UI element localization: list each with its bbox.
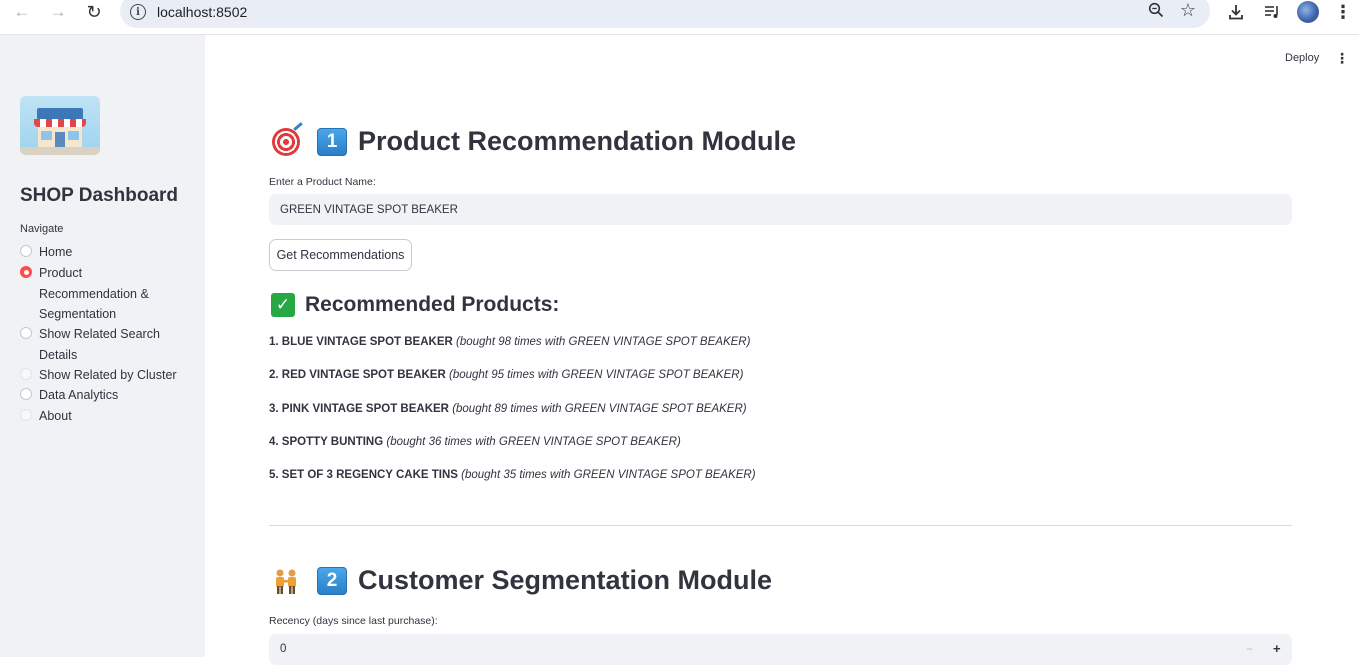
site-info-icon[interactable]: i bbox=[130, 4, 146, 20]
sidebar-title: SHOP Dashboard bbox=[20, 185, 179, 206]
product-name-label: Enter a Product Name: bbox=[269, 176, 376, 188]
radio-circle[interactable] bbox=[20, 245, 32, 257]
nav-radio-label[interactable]: Show Related by Cluster bbox=[39, 365, 177, 386]
module1-heading: 1 Product Recommendation Module bbox=[269, 126, 796, 157]
module2-title: Customer Segmentation Module bbox=[358, 565, 773, 595]
download-icon[interactable] bbox=[1225, 0, 1247, 24]
nav-radio-label[interactable]: Home bbox=[39, 242, 72, 263]
shop-logo bbox=[20, 96, 100, 155]
recommendation-detail: (bought 98 times with GREEN VINTAGE SPOT… bbox=[456, 336, 751, 348]
reload-icon[interactable]: ↻ bbox=[80, 0, 108, 24]
bookmark-star-icon[interactable]: ☆ bbox=[1180, 0, 1196, 21]
radio-circle[interactable] bbox=[20, 327, 32, 339]
browser-menu-icon[interactable]: ⋮ bbox=[1334, 0, 1352, 24]
nav-radio-product-recommendation[interactable]: Product Recommendation & Segmentation bbox=[20, 263, 160, 325]
recommendation-name: 3. PINK VINTAGE SPOT BEAKER bbox=[269, 403, 449, 415]
recommendation-item: 1. BLUE VINTAGE SPOT BEAKER (bought 98 t… bbox=[269, 336, 750, 348]
check-mark-icon: ✓ bbox=[271, 293, 295, 317]
recency-value[interactable]: 0 bbox=[280, 643, 286, 655]
media-control-icon[interactable] bbox=[1261, 0, 1283, 24]
recommendation-detail: (bought 35 times with GREEN VINTAGE SPOT… bbox=[461, 469, 756, 481]
recommendation-detail: (bought 36 times with GREEN VINTAGE SPOT… bbox=[386, 436, 681, 448]
nav-radio-related-search[interactable]: Show Related Search Details bbox=[20, 324, 170, 365]
module1-title: Product Recommendation Module bbox=[358, 126, 797, 156]
recommendation-item: 2. RED VINTAGE SPOT BEAKER (bought 95 ti… bbox=[269, 369, 743, 381]
back-arrow-icon[interactable]: ← bbox=[8, 0, 36, 24]
nav-radio-label[interactable]: Product Recommendation & Segmentation bbox=[39, 263, 160, 325]
recommendation-item: 3. PINK VINTAGE SPOT BEAKER (bought 89 t… bbox=[269, 403, 747, 415]
recommendation-name: 2. RED VINTAGE SPOT BEAKER bbox=[269, 369, 446, 381]
recommendation-detail: (bought 89 times with GREEN VINTAGE SPOT… bbox=[452, 403, 747, 415]
get-recommendations-button[interactable]: Get Recommendations bbox=[269, 239, 412, 271]
module2-heading: 2 Customer Segmentation Module bbox=[269, 565, 772, 596]
nav-radio-home[interactable]: Home bbox=[20, 242, 200, 263]
kebab-menu-icon[interactable]: ⋮ bbox=[1335, 50, 1349, 67]
nav-radio-related-cluster[interactable]: Show Related by Cluster bbox=[20, 365, 200, 386]
recommendation-detail: (bought 95 times with GREEN VINTAGE SPOT… bbox=[449, 369, 744, 381]
people-icon bbox=[269, 567, 303, 595]
radio-circle-selected[interactable] bbox=[20, 266, 32, 278]
recommendation-name: 4. SPOTTY BUNTING bbox=[269, 436, 384, 448]
recency-number-input[interactable]: 0 bbox=[269, 634, 1292, 665]
radio-circle[interactable] bbox=[20, 388, 32, 400]
url-text[interactable]: localhost:8502 bbox=[157, 4, 247, 20]
keycap-one-icon: 1 bbox=[317, 127, 347, 156]
product-name-input[interactable]: GREEN VINTAGE SPOT BEAKER bbox=[269, 194, 1292, 225]
deploy-button[interactable]: Deploy bbox=[1285, 52, 1319, 64]
keycap-two-icon: 2 bbox=[317, 566, 347, 595]
recommended-title: Recommended Products: bbox=[305, 293, 560, 316]
target-icon bbox=[269, 127, 303, 156]
browser-toolbar: ← → ↻ i localhost:8502 ☆ ⋮ bbox=[0, 0, 1359, 35]
recommendation-name: 5. SET OF 3 REGENCY CAKE TINS bbox=[269, 469, 458, 481]
nav-radio-label[interactable]: Data Analytics bbox=[39, 385, 118, 406]
profile-avatar[interactable] bbox=[1297, 1, 1319, 23]
radio-circle[interactable] bbox=[20, 409, 32, 421]
forward-arrow-icon[interactable]: → bbox=[44, 0, 72, 24]
address-bar[interactable]: i localhost:8502 ☆ bbox=[120, 0, 1210, 28]
decrement-button[interactable]: − bbox=[1246, 642, 1253, 656]
recommendation-item: 4. SPOTTY BUNTING (bought 36 times with … bbox=[269, 436, 681, 448]
recommended-heading: ✓ Recommended Products: bbox=[271, 293, 559, 317]
recency-label: Recency (days since last purchase): bbox=[269, 615, 438, 627]
nav-radio-about[interactable]: About bbox=[20, 406, 200, 427]
nav-radio-data-analytics[interactable]: Data Analytics bbox=[20, 385, 200, 406]
increment-button[interactable]: + bbox=[1273, 641, 1281, 656]
sidebar: SHOP Dashboard Navigate Home Product Rec… bbox=[0, 35, 205, 657]
nav-radio-label[interactable]: About bbox=[39, 406, 72, 427]
nav-radio-label[interactable]: Show Related Search Details bbox=[39, 324, 170, 365]
recommendation-item: 5. SET OF 3 REGENCY CAKE TINS (bought 35… bbox=[269, 469, 756, 481]
zoom-icon[interactable] bbox=[1148, 2, 1164, 23]
nav-label: Navigate bbox=[20, 223, 64, 235]
radio-circle[interactable] bbox=[20, 368, 32, 380]
section-divider bbox=[269, 525, 1292, 526]
recommendation-name: 1. BLUE VINTAGE SPOT BEAKER bbox=[269, 336, 453, 348]
